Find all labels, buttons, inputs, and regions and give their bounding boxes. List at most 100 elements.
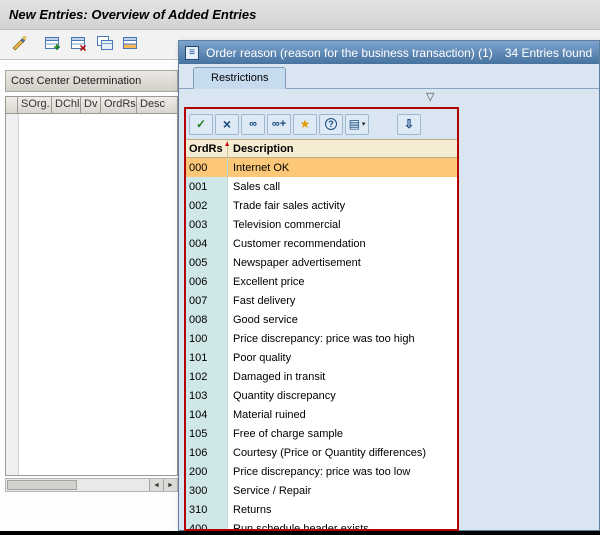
description-cell: Sales call (228, 177, 457, 196)
description-cell: Damaged in transit (228, 367, 457, 386)
scroll-right-icon: ► (167, 482, 174, 489)
description-cell: Courtesy (Price or Quantity differences) (228, 443, 457, 462)
highlight-box: ✓ × ∞ ∞+★? ▤ ⇩ OrdRs ▲ Description 000Interne… (184, 107, 459, 531)
value-list-row[interactable]: 007Fast delivery (186, 291, 457, 310)
value-list-row[interactable]: 002Trade fair sales activity (186, 196, 457, 215)
left-grid-header: SOrg.DChlDvOrdRsDesc (5, 96, 178, 114)
value-list-row[interactable]: 400Run schedule header exists (186, 519, 457, 529)
ordrs-cell: 005 (186, 253, 228, 272)
value-help-toolbar: ✓ × ∞ ∞+★? ▤ ⇩ (186, 109, 457, 139)
delete-row-button[interactable] (66, 33, 92, 57)
personal-value-list-button[interactable]: ⇩ (397, 114, 421, 135)
column-label: OrdRs (189, 143, 223, 155)
value-list-row[interactable]: 101Poor quality (186, 348, 457, 367)
value-list-row[interactable]: 300Service / Repair (186, 481, 457, 500)
left-grid-body[interactable] (5, 114, 178, 476)
ordrs-cell: 106 (186, 443, 228, 462)
print-icon: ▤ (349, 117, 360, 131)
row-selector-column[interactable] (6, 114, 19, 475)
cost-center-panel: Cost Center Determination SOrg.DChlDvOrd… (5, 70, 178, 494)
grid-column-header[interactable]: DChl (51, 96, 81, 114)
value-list-header: OrdRs ▲ Description (186, 139, 457, 158)
find-icon: ∞ (249, 118, 257, 130)
column-header-ordrs[interactable]: OrdRs ▲ (186, 140, 228, 157)
ordrs-cell: 104 (186, 405, 228, 424)
grid-column-header[interactable]: Dv (80, 96, 101, 114)
print-button[interactable]: ▤ (345, 114, 369, 135)
display-change-icon (10, 35, 28, 54)
ordrs-cell: 004 (186, 234, 228, 253)
tab-strip: Restrictions (179, 64, 599, 89)
value-list-row[interactable]: 005Newspaper advertisement (186, 253, 457, 272)
ordrs-cell: 002 (186, 196, 228, 215)
grid-column-header[interactable]: SOrg. (17, 96, 52, 114)
ordrs-cell: 008 (186, 310, 228, 329)
description-cell: Television commercial (228, 215, 457, 234)
value-list-row[interactable]: 004Customer recommendation (186, 234, 457, 253)
description-cell: Price discrepancy: price was too high (228, 329, 457, 348)
description-cell: Returns (228, 500, 457, 519)
panel-title-label: Cost Center Determination (11, 75, 141, 87)
value-list-row[interactable]: 104Material ruined (186, 405, 457, 424)
scrollbar-thumb[interactable] (7, 480, 77, 490)
value-list-row[interactable]: 008Good service (186, 310, 457, 329)
find-button[interactable]: ∞ (241, 114, 265, 135)
help-button[interactable]: ? (319, 114, 343, 135)
value-list-row[interactable]: 102Damaged in transit (186, 367, 457, 386)
value-list-row[interactable]: 103Quantity discrepancy (186, 386, 457, 405)
value-list-row[interactable]: 106Courtesy (Price or Quantity differenc… (186, 443, 457, 462)
value-list-row[interactable]: 200Price discrepancy: price was too low (186, 462, 457, 481)
scroll-right-button[interactable]: ► (163, 479, 177, 491)
dialog-titlebar[interactable]: ≡ Order reason (reason for the business … (179, 41, 599, 64)
grid-column-header[interactable]: Desc (136, 96, 178, 114)
value-list-row[interactable]: 310Returns (186, 500, 457, 519)
tab-restrictions[interactable]: Restrictions (193, 67, 286, 89)
scroll-left-button[interactable]: ◄ (149, 479, 163, 491)
value-list-row[interactable]: 006Excellent price (186, 272, 457, 291)
ordrs-cell: 300 (186, 481, 228, 500)
scrollbar-track[interactable] (78, 479, 149, 491)
column-label: Description (233, 143, 294, 155)
ordrs-cell: 101 (186, 348, 228, 367)
description-cell: Material ruined (228, 405, 457, 424)
window-titlebar: New Entries: Overview of Added Entries (0, 0, 600, 30)
ordrs-cell: 007 (186, 291, 228, 310)
description-cell: Service / Repair (228, 481, 457, 500)
personal-value-list-icon: ⇩ (404, 117, 414, 131)
horizontal-scrollbar[interactable]: ◄ ► (5, 478, 178, 492)
description-cell: Fast delivery (228, 291, 457, 310)
confirm-button[interactable]: ✓ (189, 114, 213, 135)
value-list-row[interactable]: 105Free of charge sample (186, 424, 457, 443)
add-favorite-button[interactable]: ★ (293, 114, 317, 135)
column-header-description[interactable]: Description (228, 140, 457, 157)
cancel-icon: × (223, 117, 231, 131)
dialog-icon: ≡ (186, 47, 198, 59)
value-list-row[interactable]: 001Sales call (186, 177, 457, 196)
select-block-button[interactable] (118, 33, 144, 57)
value-list-row[interactable]: 100Price discrepancy: price was too high (186, 329, 457, 348)
filter-icon[interactable]: ▽ (426, 92, 434, 103)
copy-row-button[interactable] (92, 33, 118, 57)
value-list-row[interactable]: 000Internet OK (186, 158, 457, 177)
grid-column-header[interactable]: OrdRs (100, 96, 137, 114)
select-block-icon (122, 35, 140, 54)
insert-row-icon (44, 35, 62, 54)
find-next-button[interactable]: ∞+ (267, 114, 291, 135)
panel-title: Cost Center Determination (5, 70, 178, 92)
description-cell: Internet OK (228, 158, 457, 177)
insert-row-button[interactable] (40, 33, 66, 57)
description-cell: Run schedule header exists (228, 519, 457, 529)
cancel-button[interactable]: × (215, 114, 239, 135)
description-cell: Trade fair sales activity (228, 196, 457, 215)
description-cell: Free of charge sample (228, 424, 457, 443)
ordrs-cell: 003 (186, 215, 228, 234)
value-list-row[interactable]: 003Television commercial (186, 215, 457, 234)
confirm-icon: ✓ (196, 117, 206, 131)
page-title: New Entries: Overview of Added Entries (9, 7, 256, 22)
value-help-dialog: ≡ Order reason (reason for the business … (178, 40, 600, 531)
scroll-left-icon: ◄ (153, 482, 160, 489)
ordrs-cell: 103 (186, 386, 228, 405)
ordrs-cell: 310 (186, 500, 228, 519)
display-change-button[interactable] (6, 33, 32, 57)
tab-label: Restrictions (211, 72, 268, 84)
